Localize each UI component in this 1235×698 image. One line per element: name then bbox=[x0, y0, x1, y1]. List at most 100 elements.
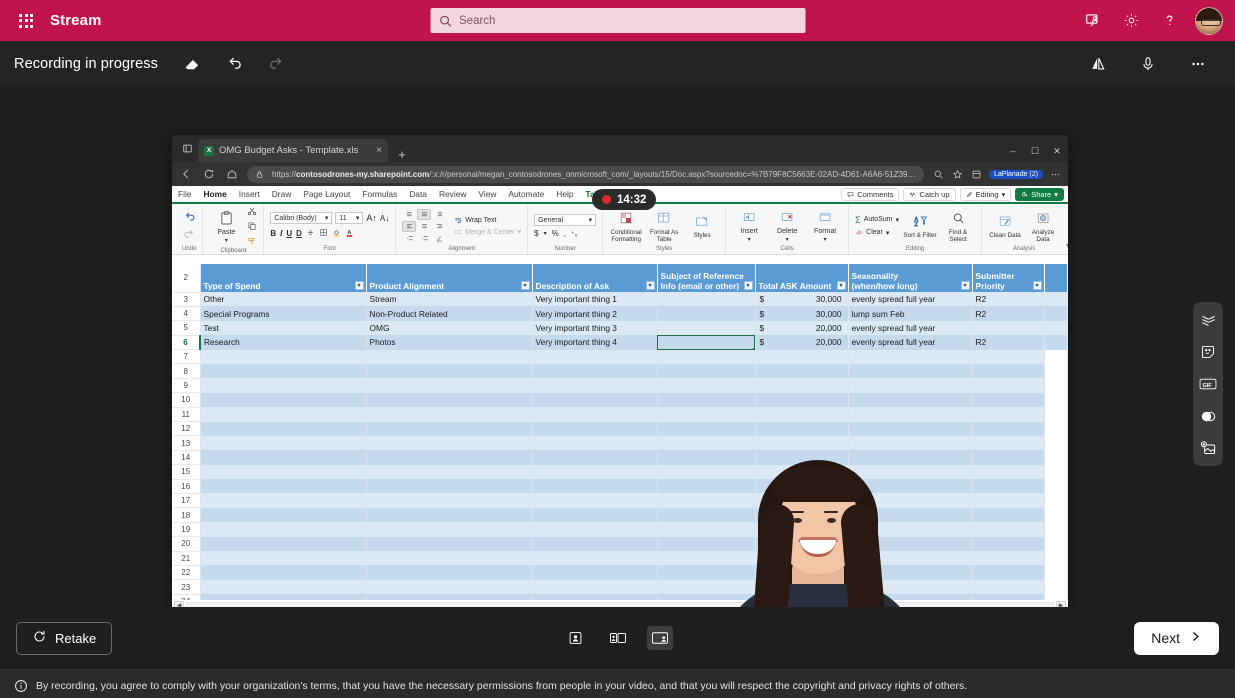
next-button[interactable]: Next bbox=[1134, 621, 1219, 655]
cell-description-of-ask[interactable]: Very important thing 2 bbox=[532, 306, 658, 321]
row-header[interactable]: 16 bbox=[172, 479, 201, 494]
empty-cell[interactable] bbox=[848, 479, 973, 494]
filter-dropdown-icon[interactable]: ▾ bbox=[960, 281, 970, 290]
format-as-table-button[interactable]: Format As Table bbox=[647, 209, 681, 243]
empty-cell[interactable] bbox=[532, 493, 658, 508]
cell-seasonality[interactable]: evenly spread full year bbox=[848, 320, 973, 336]
align-center-button[interactable] bbox=[417, 221, 431, 232]
row-header[interactable]: 20 bbox=[172, 536, 201, 552]
empty-cell[interactable] bbox=[532, 392, 658, 408]
conditional-formatting-button[interactable]: Conditional Formatting bbox=[609, 209, 643, 243]
row-header[interactable]: 8 bbox=[172, 363, 201, 379]
row-header[interactable]: 4 bbox=[172, 306, 201, 322]
browser-profile-pill[interactable]: LaPlanade (2) bbox=[989, 169, 1043, 179]
empty-cell[interactable] bbox=[755, 551, 849, 566]
layout-camera-only[interactable] bbox=[563, 626, 589, 650]
empty-cell[interactable] bbox=[755, 407, 849, 422]
cell-total-ask-amount[interactable]: $ 20,000 bbox=[755, 320, 849, 336]
insert-cells-button[interactable]: Insert ▾ bbox=[732, 208, 766, 244]
row-header[interactable]: 14 bbox=[172, 450, 201, 466]
empty-cell[interactable] bbox=[200, 349, 367, 364]
column-header-product-alignment[interactable]: Product Alignment ▾ bbox=[366, 264, 533, 292]
home-icon[interactable] bbox=[224, 167, 239, 182]
empty-cell[interactable] bbox=[200, 565, 367, 580]
ribbon-tab-data[interactable]: Data bbox=[409, 189, 427, 199]
add-image-icon[interactable] bbox=[1197, 437, 1219, 459]
empty-cell[interactable] bbox=[755, 464, 849, 480]
tab-search-icon[interactable] bbox=[176, 135, 198, 162]
format-cells-button[interactable]: Format ▾ bbox=[808, 208, 842, 244]
cut-icon[interactable] bbox=[247, 206, 257, 218]
empty-cell[interactable] bbox=[848, 579, 973, 595]
mirror-icon[interactable] bbox=[1085, 51, 1111, 77]
empty-cell[interactable] bbox=[657, 392, 756, 408]
italic-button[interactable]: I bbox=[280, 229, 282, 238]
empty-cell[interactable] bbox=[200, 493, 367, 508]
empty-cell[interactable] bbox=[848, 378, 973, 393]
empty-table-row[interactable]: 15 bbox=[172, 464, 1068, 480]
autosum-button[interactable]: Σ AutoSum ▾ bbox=[855, 215, 899, 225]
empty-cell[interactable] bbox=[532, 421, 658, 436]
empty-cell[interactable] bbox=[532, 407, 658, 422]
maximize-button[interactable]: ☐ bbox=[1024, 140, 1046, 162]
empty-cell[interactable] bbox=[972, 378, 1045, 393]
undo-icon[interactable] bbox=[183, 210, 196, 225]
comments-button[interactable]: Comments bbox=[841, 187, 900, 201]
filters-icon[interactable] bbox=[1197, 405, 1219, 427]
empty-table-row[interactable]: 10 bbox=[172, 392, 1068, 408]
number-format-select[interactable]: General ▾ bbox=[534, 214, 597, 226]
empty-cell[interactable] bbox=[366, 507, 533, 523]
empty-cell[interactable] bbox=[366, 536, 533, 552]
font-size-select[interactable]: 11 ▾ bbox=[335, 212, 364, 224]
ink-icon[interactable] bbox=[1197, 309, 1219, 331]
empty-cell[interactable] bbox=[848, 392, 973, 408]
layout-side-by-side[interactable] bbox=[605, 626, 631, 650]
currency-format-button[interactable]: $ bbox=[534, 229, 538, 238]
empty-table-row[interactable]: 8 bbox=[172, 363, 1068, 379]
empty-cell[interactable] bbox=[366, 407, 533, 422]
empty-cell[interactable] bbox=[972, 392, 1045, 408]
column-header-subject-of-reference-info[interactable]: Subject of Reference Info (email or othe… bbox=[657, 264, 756, 292]
row-header[interactable]: 11 bbox=[172, 407, 201, 423]
empty-cell[interactable] bbox=[532, 565, 658, 580]
collections-icon[interactable] bbox=[970, 168, 983, 181]
table-row[interactable]: 6 Research Photos Very important thing 4… bbox=[172, 335, 1068, 351]
search-box[interactable] bbox=[430, 8, 805, 33]
close-tab-icon[interactable]: × bbox=[376, 145, 382, 156]
empty-cell[interactable] bbox=[532, 378, 658, 393]
empty-cell[interactable] bbox=[972, 464, 1045, 480]
empty-cell[interactable] bbox=[532, 349, 658, 364]
filter-dropdown-icon[interactable]: ▾ bbox=[743, 281, 753, 290]
empty-cell[interactable] bbox=[848, 363, 973, 379]
empty-cell[interactable] bbox=[657, 536, 756, 552]
empty-cell[interactable] bbox=[366, 522, 533, 537]
empty-cell[interactable] bbox=[532, 536, 658, 552]
empty-cell[interactable] bbox=[532, 450, 658, 465]
clear-button[interactable]: Clear ▾ bbox=[855, 228, 899, 238]
row-header-selected[interactable]: 6 bbox=[172, 335, 201, 351]
empty-table-row[interactable]: 22 bbox=[172, 565, 1068, 581]
align-bottom-button[interactable] bbox=[432, 209, 446, 220]
underline-button[interactable]: U bbox=[286, 229, 292, 238]
filter-dropdown-icon[interactable]: ▾ bbox=[520, 281, 530, 290]
more-options-icon[interactable] bbox=[1185, 51, 1211, 77]
empty-cell[interactable] bbox=[532, 579, 658, 595]
empty-cell[interactable] bbox=[366, 464, 533, 480]
cell-subject-of-reference[interactable] bbox=[657, 320, 756, 336]
empty-table-row[interactable]: 23 bbox=[172, 579, 1068, 595]
row-header[interactable]: 9 bbox=[172, 378, 201, 394]
ribbon-tab-view[interactable]: View bbox=[478, 189, 496, 199]
row-header[interactable]: 2 bbox=[172, 264, 201, 293]
font-color-button[interactable]: A bbox=[345, 227, 354, 240]
row-header[interactable]: 3 bbox=[172, 292, 201, 307]
empty-cell[interactable] bbox=[366, 479, 533, 494]
cell-submitter-priority[interactable]: R2 bbox=[972, 306, 1045, 321]
empty-cell[interactable] bbox=[200, 363, 367, 379]
text-orientation-button[interactable] bbox=[432, 233, 446, 244]
row-header[interactable]: 10 bbox=[172, 392, 201, 408]
ribbon-tab-automate[interactable]: Automate bbox=[508, 189, 544, 199]
ribbon-tab-page-layout[interactable]: Page Layout bbox=[303, 189, 350, 199]
decrease-font-size-button[interactable]: A↓ bbox=[380, 214, 389, 223]
cell-product-alignment[interactable]: Stream bbox=[366, 292, 533, 307]
empty-cell[interactable] bbox=[972, 407, 1045, 422]
